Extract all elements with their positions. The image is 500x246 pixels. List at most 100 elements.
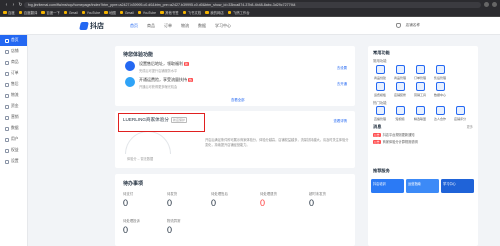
logo-text: 抖店 — [90, 22, 104, 30]
bookmark[interactable]: 飞书文档 — [182, 10, 201, 15]
services-subtitle: 常用功能 — [373, 59, 387, 63]
top-nav-item[interactable]: 学习中心 — [215, 23, 231, 29]
score-detail-link[interactable]: 查看详情 — [333, 118, 347, 123]
bookmark[interactable]: 百度一下 — [41, 10, 60, 15]
bookmark[interactable]: 百度 — [3, 10, 15, 15]
sidebar-item[interactable]: 营销 — [0, 112, 27, 123]
service-shortcut[interactable]: 营销工具 — [410, 82, 430, 97]
top-nav-item[interactable]: 首页 — [130, 23, 138, 29]
forward-icon[interactable]: › — [10, 2, 17, 8]
todo-action-link[interactable]: 去开通 — [337, 81, 347, 86]
bookmark[interactable]: YouTube — [81, 11, 100, 15]
service-shortcut[interactable]: 商品创建 — [370, 65, 390, 80]
bookmark[interactable]: 百度翻译 — [18, 10, 37, 15]
todo-item[interactable]: 设置售后地址，领取福利新 完成后可提升店铺服务水平 — [125, 61, 190, 73]
service-shortcut[interactable]: 直播管理 — [370, 106, 390, 121]
service-shortcut[interactable]: 精选联盟 — [410, 106, 430, 121]
todo-item[interactable]: 开通运费险，享受流量扶持热 开通后可获得更多曝光机会 — [125, 77, 194, 89]
service-shortcut[interactable]: 数据中心 — [430, 82, 450, 97]
profile-icon[interactable] — [492, 2, 497, 7]
sidebar-item[interactable]: 设置 — [0, 156, 27, 167]
service-shortcut[interactable]: 店铺装修 — [390, 82, 410, 97]
promo-banner[interactable]: 运营指南 — [406, 179, 439, 193]
pending-title: 待办事项 — [123, 181, 144, 187]
bookmark[interactable]: YouTube — [137, 11, 156, 15]
sidebar-item[interactable]: 订单 — [0, 68, 27, 79]
service-icon — [415, 106, 425, 115]
bookmark[interactable]: 飞鸽工作台 — [227, 10, 250, 15]
pending-stat[interactable]: 物流异常 0 — [167, 218, 217, 235]
sidebar-item[interactable]: 店铺 — [0, 46, 27, 57]
top-nav-item[interactable]: 数据 — [198, 23, 206, 29]
service-shortcut[interactable]: 达人合作 — [430, 106, 450, 121]
notice-item[interactable]: 公告 抖店平台规则更新通知 — [373, 132, 414, 137]
service-shortcut[interactable]: 订单管理 — [410, 65, 430, 80]
right-panel-title: 常用功能 — [373, 50, 390, 55]
service-shortcut[interactable]: 售后管理 — [430, 65, 450, 80]
promo-banner[interactable]: 抖店培训 — [371, 179, 404, 193]
task-icon — [125, 61, 135, 71]
sidebar-item[interactable]: 权益 — [0, 145, 27, 156]
sidebar-item[interactable]: 物流 — [0, 90, 27, 101]
service-icon — [395, 106, 405, 115]
bookmark[interactable]: Gmail — [119, 10, 134, 15]
sidebar-item[interactable]: 商品 — [0, 57, 27, 68]
todo-card: 待您体验功能 设置售后地址，领取福利新 完成后可提升店铺服务水平 去设置 开通运… — [115, 46, 355, 106]
notice-item[interactable]: 公告 商家体验分计算规则说明 — [373, 139, 418, 144]
reload-icon[interactable]: ↻ — [17, 2, 24, 8]
bookmark-icon — [182, 10, 187, 15]
app-logo[interactable]: 抖店 — [0, 21, 130, 31]
bookmark-icon — [41, 10, 45, 15]
back-icon[interactable]: ‹ — [3, 2, 10, 8]
service-shortcut[interactable]: 店铺评分 — [450, 106, 470, 121]
promo-banner[interactable]: 学习中心 — [441, 179, 474, 193]
pending-stat[interactable]: 待发货 0 — [167, 191, 217, 208]
shop-icon — [5, 49, 9, 54]
pending-stat[interactable]: 待处理售后 0 — [211, 191, 261, 208]
todo-action-link[interactable]: 去设置 — [337, 65, 347, 70]
pending-stat[interactable]: 超时未发货 0 — [309, 191, 359, 208]
service-shortcut[interactable]: 运费模板 — [370, 82, 390, 97]
user-menu[interactable]: 店铺名称 — [406, 23, 420, 28]
gauge-caption: 体验分 -- 暂无数据 — [127, 157, 154, 161]
service-icon — [375, 65, 385, 74]
pending-stat[interactable]: 待支付 0 — [123, 191, 173, 208]
view-all-link[interactable]: 查看全部 — [231, 97, 245, 102]
bookmark-icon — [104, 10, 108, 15]
notice-more-link[interactable]: 更多 — [467, 124, 473, 129]
service-shortcut[interactable]: 短视频 — [390, 106, 410, 121]
bell-icon[interactable] — [395, 23, 401, 28]
url-field[interactable]: fxg.jinritemai.com/ffa/mshop/homepage/in… — [24, 1, 481, 8]
bookmark[interactable]: Gmail — [63, 11, 78, 15]
goods-icon — [5, 60, 9, 65]
bookmark-icon — [119, 10, 124, 15]
aftersale-icon — [5, 82, 9, 87]
gear-icon — [5, 159, 9, 164]
sidebar-item[interactable]: 数据 — [0, 123, 27, 134]
order-icon — [5, 71, 9, 76]
extension-icon[interactable] — [484, 2, 489, 7]
bookmark[interactable]: 地图 — [104, 10, 116, 15]
marketing-icon — [5, 115, 9, 120]
logistics-icon — [5, 93, 9, 98]
pending-stat[interactable]: 待处理投诉 0 — [123, 218, 173, 235]
service-icon — [375, 82, 385, 91]
service-icon — [435, 65, 445, 74]
notice-title: 消息 — [373, 124, 382, 129]
top-nav-item[interactable]: 订单 — [164, 23, 172, 29]
header-actions: 店铺名称 — [395, 23, 500, 28]
pending-stat[interactable]: 待处理退货 0 — [260, 191, 310, 208]
sidebar-item[interactable]: 资金 — [0, 101, 27, 112]
sidebar-item[interactable]: 首页 — [0, 35, 27, 46]
service-shortcut[interactable]: 商品管理 — [390, 65, 410, 80]
logo-icon — [79, 21, 89, 30]
highlight-annotation — [118, 113, 205, 132]
top-nav-item[interactable]: 物流 — [181, 23, 189, 29]
sidebar-item[interactable]: 用户 — [0, 134, 27, 145]
home-icon — [5, 38, 9, 43]
top-nav-item[interactable]: 商品 — [147, 23, 155, 29]
sidebar-item[interactable]: 售后 — [0, 79, 27, 90]
bookmark[interactable]: 其他书签 — [160, 10, 179, 15]
bookmark[interactable]: 我的网店 — [205, 10, 224, 15]
chart-icon — [5, 126, 9, 131]
